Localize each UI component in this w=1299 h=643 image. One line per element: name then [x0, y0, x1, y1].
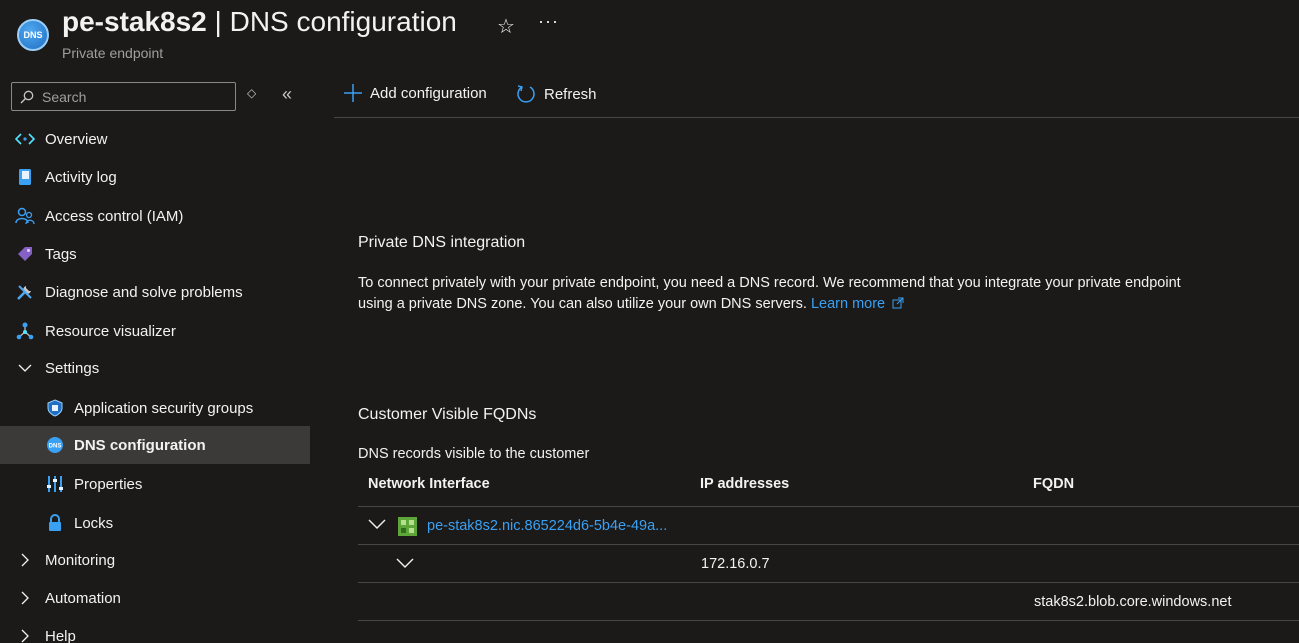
chevron-right-icon: [15, 626, 35, 643]
sidebar-item-label: Settings: [45, 359, 100, 377]
external-link-icon: [892, 297, 904, 309]
plus-icon: [344, 84, 362, 102]
sidebar-item-label: Activity log: [45, 168, 117, 186]
table-divider: [358, 544, 1299, 545]
fqdns-title: Customer Visible FQDNs: [358, 406, 537, 423]
sidebar-item-label: Automation: [45, 589, 121, 607]
network-interface-icon: [398, 517, 417, 536]
tag-icon: [15, 244, 35, 264]
sidebar-group-help[interactable]: Help: [0, 617, 310, 643]
dns-resource-icon: DNS: [17, 19, 49, 51]
search-field[interactable]: [11, 82, 236, 111]
sidebar-item-resource-visualizer[interactable]: Resource visualizer: [0, 312, 310, 350]
svg-text:DNS: DNS: [49, 444, 62, 450]
column-header-network-interface[interactable]: Network Interface: [368, 476, 490, 492]
blade-title: DNS configuration: [229, 6, 457, 37]
description-text: To connect privately with your private e…: [358, 275, 1181, 312]
chevron-right-icon: [15, 550, 35, 570]
search-icon: [20, 90, 34, 103]
shield-icon: [45, 398, 65, 418]
resource-type: Private endpoint: [62, 45, 164, 61]
sort-updown-icon[interactable]: ◇: [247, 86, 256, 100]
fqdns-subtitle: DNS records visible to the customer: [358, 446, 590, 462]
sidebar-item-overview[interactable]: Overview: [0, 120, 310, 158]
sidebar-item-label: Monitoring: [45, 551, 116, 569]
visualizer-icon: [15, 321, 35, 341]
wrench-icon: [15, 282, 35, 302]
search-input[interactable]: [42, 88, 222, 105]
sidebar-item-label: Access control (IAM): [45, 207, 184, 225]
column-header-fqdn[interactable]: FQDN: [1033, 476, 1074, 492]
expand-nic-chevron-icon[interactable]: [368, 517, 386, 533]
lock-icon: [45, 513, 65, 533]
column-header-ip-addresses[interactable]: IP addresses: [700, 476, 789, 492]
refresh-icon: [517, 85, 535, 103]
chevron-down-icon: [15, 358, 35, 378]
sidebar-item-label: Resource visualizer: [45, 322, 176, 340]
refresh-label: Refresh: [544, 85, 597, 103]
table-divider: [358, 506, 1299, 507]
sidebar-item-tags[interactable]: Tags: [0, 235, 310, 273]
iam-icon: [15, 206, 35, 226]
collapse-sidebar-icon[interactable]: «: [282, 84, 292, 105]
activity-log-icon: [15, 167, 35, 187]
table-divider: [358, 620, 1299, 621]
expand-ip-chevron-icon[interactable]: [396, 556, 414, 572]
dns-integration-description: To connect privately with your private e…: [358, 273, 1218, 315]
sidebar-item-label: Locks: [74, 514, 114, 532]
dns-icon: DNS: [45, 435, 65, 455]
sidebar-item-properties[interactable]: Properties: [0, 465, 310, 503]
sidebar-item-diagnose[interactable]: Diagnose and solve problems: [0, 273, 310, 311]
sidebar-item-label: Tags: [45, 245, 77, 263]
nic-link[interactable]: pe-stak8s2.nic.865224d6-5b4e-49a...: [427, 518, 667, 534]
page-title: pe-stak8s2 | DNS configuration: [62, 6, 457, 38]
sidebar-item-label: Properties: [74, 475, 143, 493]
sidebar-item-label: Application security groups: [74, 399, 254, 417]
chevron-right-icon: [15, 588, 35, 608]
sidebar-item-access-control[interactable]: Access control (IAM): [0, 197, 310, 235]
sidebar-item-application-security-groups[interactable]: Application security groups: [0, 389, 310, 427]
refresh-button[interactable]: Refresh: [516, 84, 597, 104]
overview-icon: [15, 129, 35, 149]
sidebar-group-settings[interactable]: Settings: [0, 349, 310, 387]
ip-address-value: 172.16.0.7: [701, 556, 770, 572]
sidebar-item-label: DNS configuration: [74, 436, 206, 454]
favorite-star-icon[interactable]: ☆: [497, 14, 515, 39]
sidebar-group-automation[interactable]: Automation: [0, 579, 310, 617]
fqdn-value: stak8s2.blob.core.windows.net: [1034, 594, 1232, 610]
dns-integration-title: Private DNS integration: [358, 234, 526, 251]
sidebar-item-label: Overview: [45, 130, 108, 148]
properties-icon: [45, 474, 65, 494]
resource-name: pe-stak8s2: [62, 6, 207, 37]
command-bar: Add configuration Refresh: [334, 78, 1299, 118]
page-header: DNS pe-stak8s2 | DNS configuration Priva…: [0, 0, 1299, 72]
sidebar-item-label: Help: [45, 627, 76, 643]
add-configuration-button[interactable]: Add configuration: [344, 84, 487, 102]
add-configuration-label: Add configuration: [370, 84, 487, 102]
learn-more-link[interactable]: Learn more: [811, 296, 904, 312]
table-divider: [358, 582, 1299, 583]
sidebar-group-monitoring[interactable]: Monitoring: [0, 541, 310, 579]
sidebar-item-dns-configuration[interactable]: DNS DNS configuration: [0, 426, 310, 464]
more-options-icon[interactable]: ···: [538, 11, 559, 32]
sidebar-item-label: Diagnose and solve problems: [45, 283, 243, 301]
sidebar-item-activity-log[interactable]: Activity log: [0, 158, 310, 196]
sidebar-item-locks[interactable]: Locks: [0, 504, 310, 542]
title-separator: |: [214, 6, 222, 37]
